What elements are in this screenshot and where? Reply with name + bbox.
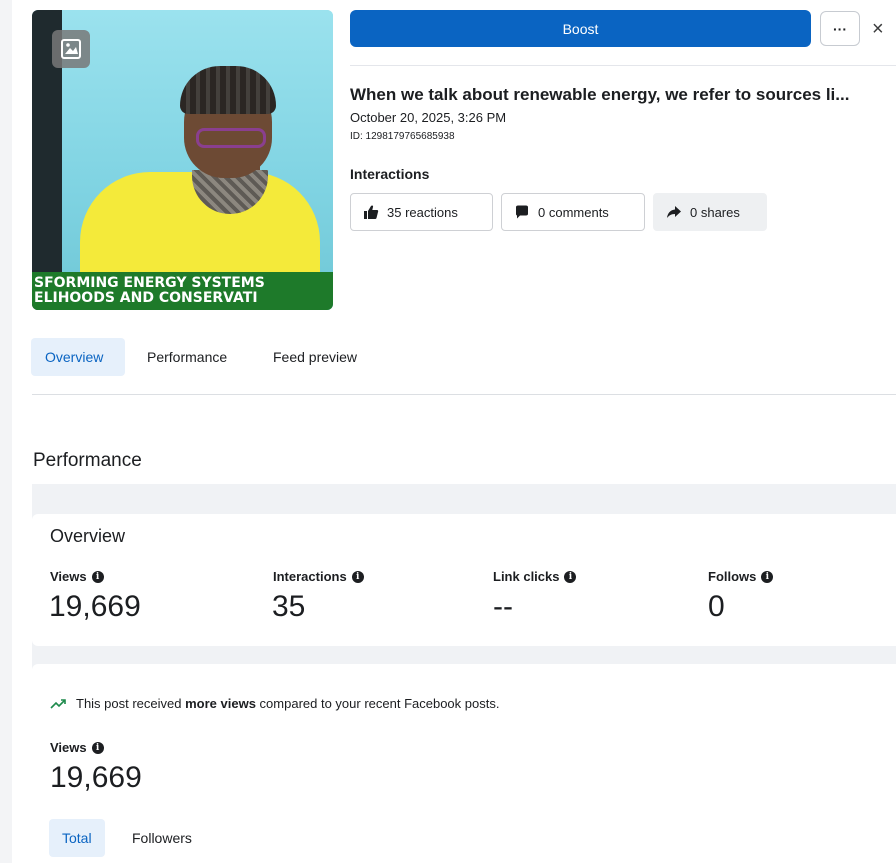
metric-interactions-label: Interactions i <box>273 569 364 584</box>
views-label: Views i <box>50 740 104 755</box>
views-value: 19,669 <box>50 761 142 794</box>
overview-heading: Overview <box>50 526 126 546</box>
trend-bold: more views <box>185 696 256 711</box>
shares-button[interactable]: 0 shares <box>653 193 767 231</box>
reactions-button[interactable]: 35 reactions <box>350 193 493 231</box>
tab-overview[interactable]: Overview <box>31 338 125 376</box>
metric-interactions-value: 35 <box>272 590 306 623</box>
trend-up-icon <box>50 698 66 709</box>
post-id: ID: 1298179765685938 <box>350 131 455 142</box>
person-glasses <box>196 128 266 148</box>
metric-link-clicks-label: Link clicks i <box>493 569 577 584</box>
trend-text: This post received more views compared t… <box>76 696 499 711</box>
post-title: When we talk about renewable energy, we … <box>350 85 850 104</box>
metric-link-clicks-value: -- <box>493 590 513 623</box>
tab-feed-preview[interactable]: Feed preview <box>259 338 371 376</box>
banner-line-1: SFORMING ENERGY SYSTEMS <box>34 275 265 291</box>
trend-suffix: compared to your recent Facebook posts. <box>255 696 500 711</box>
comments-button[interactable]: 0 comments <box>501 193 645 231</box>
subtab-total[interactable]: Total <box>49 819 105 857</box>
metric-follows-value: 0 <box>708 590 725 623</box>
post-date: October 20, 2025, 3:26 PM <box>350 110 507 125</box>
views-label-text: Views <box>50 740 87 755</box>
trend-prefix: This post received <box>76 696 186 711</box>
share-icon <box>667 206 681 218</box>
comments-label: 0 comments <box>538 204 609 220</box>
close-icon[interactable]: × <box>872 14 896 44</box>
metric-follows-text: Follows <box>708 569 757 584</box>
thumbnail-banner: SFORMING ENERGY SYSTEMS ELIHOODS AND CON… <box>32 272 333 310</box>
metric-follows-label: Follows i <box>708 569 774 584</box>
shares-label: 0 shares <box>690 204 740 220</box>
like-icon <box>364 205 379 219</box>
comment-icon <box>516 205 528 219</box>
performance-heading: Performance <box>33 450 142 471</box>
tab-performance[interactable]: Performance <box>133 338 241 376</box>
info-icon[interactable]: i <box>761 570 774 583</box>
metric-views-label: Views i <box>50 569 104 584</box>
gallery-icon <box>52 30 90 68</box>
metric-views-value: 19,669 <box>49 590 141 623</box>
boost-button[interactable]: Boost <box>350 10 811 47</box>
trend-message: This post received more views compared t… <box>50 696 499 711</box>
tabs-divider <box>32 394 896 395</box>
info-icon[interactable]: i <box>351 570 364 583</box>
reactions-label: 35 reactions <box>387 204 458 220</box>
post-thumbnail[interactable]: SFORMING ENERGY SYSTEMS ELIHOODS AND CON… <box>32 10 333 310</box>
banner-line-2: ELIHOODS AND CONSERVATI <box>34 290 258 306</box>
metric-interactions-text: Interactions <box>273 569 347 584</box>
interactions-heading: Interactions <box>350 166 430 182</box>
info-icon[interactable]: i <box>91 570 104 583</box>
more-icon[interactable]: ··· <box>820 11 860 46</box>
info-icon[interactable]: i <box>91 741 104 754</box>
metric-views-text: Views <box>50 569 87 584</box>
subtab-followers[interactable]: Followers <box>119 819 205 857</box>
metric-link-clicks-text: Link clicks <box>493 569 560 584</box>
header-divider <box>350 65 896 66</box>
info-icon[interactable]: i <box>564 570 577 583</box>
